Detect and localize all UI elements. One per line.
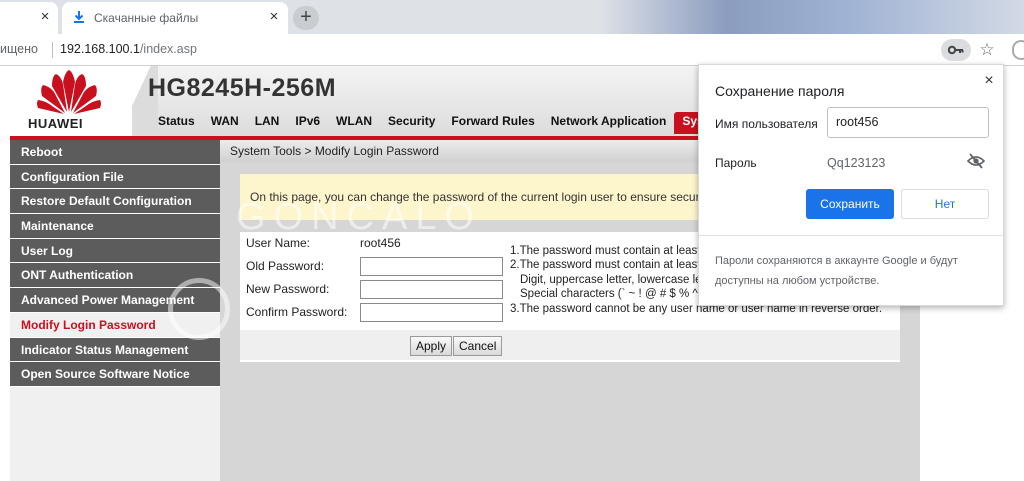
nav-item-security[interactable]: Security (380, 112, 443, 134)
sidebar-item-reboot[interactable]: Reboot (10, 140, 220, 165)
cancel-button[interactable]: Cancel (453, 336, 503, 356)
tab-previous[interactable]: × (0, 2, 58, 34)
url-host: 192.168.100.1 (60, 42, 140, 56)
bookmark-star-icon[interactable]: ☆ (977, 39, 997, 61)
nav-item-ipv6[interactable]: IPv6 (287, 112, 328, 134)
tab-title: Скачанные файлы (94, 11, 199, 25)
tab-close-icon[interactable]: × (38, 9, 52, 24)
url-path: /index.asp (139, 42, 197, 56)
eye-off-icon[interactable] (967, 153, 985, 169)
new-tab-button[interactable]: + (293, 6, 319, 30)
sidebar-item-restore-default-configuration[interactable]: Restore Default Configuration (10, 189, 220, 215)
sidebar-item-user-log[interactable]: User Log (10, 238, 220, 264)
old-password-input[interactable] (360, 257, 503, 276)
sidebar-item-configuration-file[interactable]: Configuration File (10, 164, 220, 190)
close-icon[interactable]: × (979, 71, 999, 91)
sidebar-item-ont-authentication[interactable]: ONT Authentication (10, 263, 220, 289)
confirm-password-label: Confirm Password: (246, 305, 348, 319)
nav-item-network-application[interactable]: Network Application (543, 112, 675, 134)
nav-item-status[interactable]: Status (150, 112, 203, 134)
dialog-footer: Пароли сохраняются в аккаунте Google и б… (715, 255, 958, 287)
user-name-value: root456 (360, 236, 401, 250)
confirm-password-input[interactable] (360, 303, 503, 322)
tab-strip: × Скачанные файлы × + (0, 0, 1024, 34)
huawei-petals-icon (37, 70, 101, 114)
save-password-dialog: Сохранение пароля × Имя пользователя roo… (698, 64, 1004, 306)
apply-button[interactable]: Apply (410, 336, 453, 356)
password-value: Qq123123 (827, 156, 886, 170)
username-label: Имя пользователя (715, 117, 818, 131)
new-password-row: New Password: (240, 278, 505, 301)
nav-item-forward-rules[interactable]: Forward Rules (443, 112, 542, 134)
user-name-label: User Name: (246, 236, 311, 250)
url-field[interactable]: 192.168.100.1/index.asp (60, 42, 197, 56)
dialog-divider (699, 235, 1003, 236)
top-nav: Status WAN LAN IPv6 WLAN Security Forward Rule… (150, 112, 734, 134)
address-bar[interactable]: ищено 192.168.100.1/index.asp ☆ (0, 34, 1024, 66)
nav-item-lan[interactable]: LAN (247, 112, 288, 134)
sidebar-item-modify-login-password[interactable]: Modify Login Password (10, 312, 220, 338)
new-password-input[interactable] (360, 280, 503, 299)
nav-item-wlan[interactable]: WLAN (328, 112, 380, 134)
password-key-button[interactable] (941, 39, 971, 61)
user-name-row: User Name: root456 (240, 232, 505, 255)
old-password-label: Old Password: (246, 259, 325, 273)
security-status[interactable]: ищено (0, 42, 38, 56)
browser-window: × Скачанные файлы × + ищено 192.168.100.… (0, 0, 1024, 481)
model-title: HG8245H-256M (148, 74, 337, 102)
confirm-password-row: Confirm Password: (240, 301, 505, 324)
old-password-row: Old Password: (240, 255, 505, 278)
sidebar-item-open-source-software-notice[interactable]: Open Source Software Notice (10, 362, 220, 387)
dialog-title: Сохранение пароля (715, 83, 845, 99)
no-button[interactable]: Нет (901, 189, 989, 219)
tab-close-icon[interactable]: × (267, 9, 281, 24)
brand-name: HUAWEI (28, 116, 83, 131)
sidebar-item-advanced-power-management[interactable]: Advanced Power Management (10, 288, 220, 313)
username-field[interactable]: root456 (827, 107, 989, 138)
address-divider (52, 42, 53, 58)
password-label: Пароль (715, 156, 757, 170)
sidebar-item-indicator-status-management[interactable]: Indicator Status Management (10, 337, 220, 363)
sidebar-item-maintenance[interactable]: Maintenance (10, 214, 220, 239)
tab-downloads[interactable]: Скачанные файлы × (62, 2, 288, 34)
nav-item-wan[interactable]: WAN (203, 112, 247, 134)
new-password-label: New Password: (246, 282, 330, 296)
sidebar: Reboot Configuration File Restore Default … (10, 140, 220, 481)
button-row: Apply Cancel (240, 330, 900, 360)
profile-icon[interactable] (1012, 40, 1024, 60)
download-icon (74, 11, 84, 23)
save-button[interactable]: Сохранить (806, 189, 894, 219)
huawei-logo: HUAWEI (10, 66, 132, 136)
key-icon (948, 45, 964, 55)
